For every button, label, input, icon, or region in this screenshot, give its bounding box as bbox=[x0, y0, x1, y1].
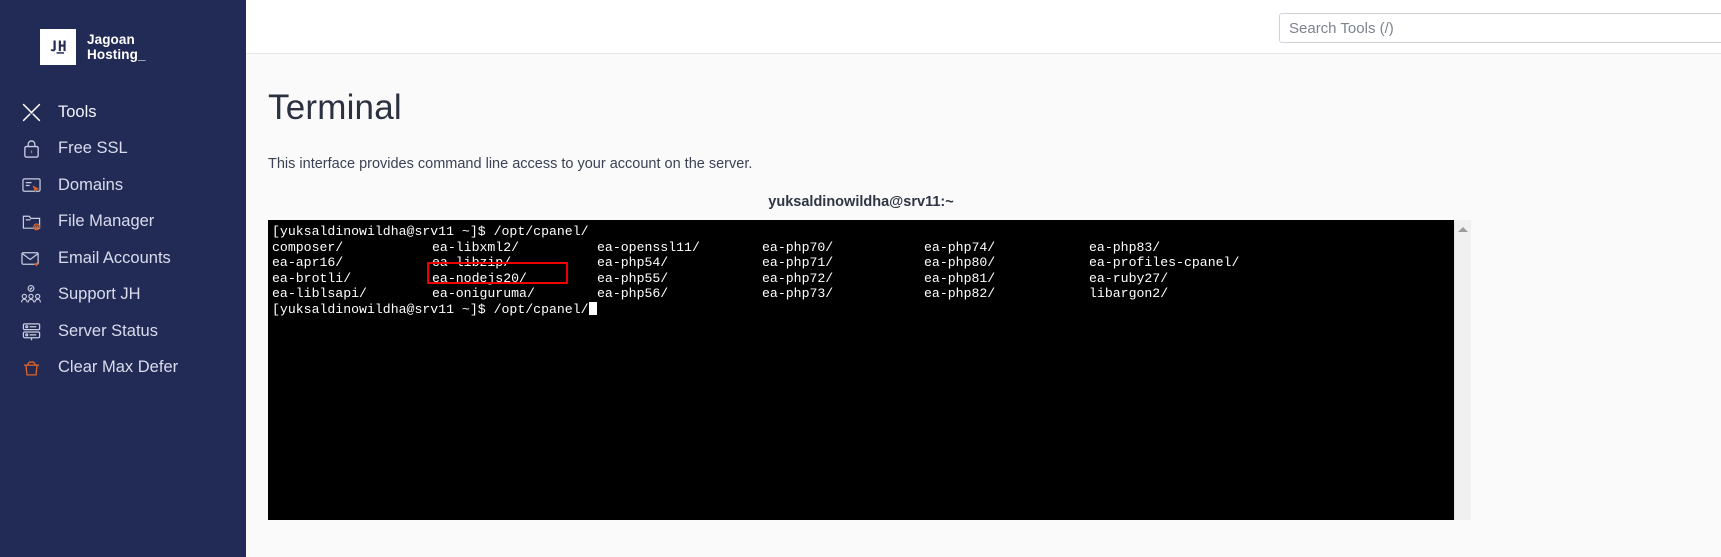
sidebar-item-label: Email Accounts bbox=[58, 248, 171, 267]
sidebar-item-email-accounts[interactable]: Email Accounts bbox=[10, 240, 246, 277]
terminal-entry-highlighted: ea-nodejs20/ bbox=[432, 270, 527, 286]
table-row: ea-brotli/ ea-nodejs20/ ea-php55/ ea-php… bbox=[272, 271, 1454, 287]
terminal-entry: ea-php56/ bbox=[597, 286, 669, 302]
terminal-entry: libargon2/ bbox=[1089, 286, 1169, 302]
sidebar-item-domains[interactable]: Domains bbox=[10, 167, 246, 204]
people-check-icon bbox=[16, 282, 46, 308]
terminal-entry: ea-liblsapi/ bbox=[272, 286, 367, 302]
sidebar-nav: Tools Free SSL Domains File Manager Emai… bbox=[0, 94, 246, 386]
sidebar: Jagoan Hosting_ Tools Free SSL Domains F… bbox=[0, 0, 246, 557]
terminal-entry: ea-php73/ bbox=[762, 286, 834, 302]
server-rack-icon bbox=[16, 318, 46, 344]
terminal-scrollbar[interactable] bbox=[1454, 220, 1471, 520]
terminal-section: yuksaldinowildha@srv11:~ [yuksaldinowild… bbox=[268, 193, 1617, 520]
sidebar-item-label: Clear Max Defer bbox=[58, 358, 179, 377]
sidebar-item-label: Free SSL bbox=[58, 139, 128, 158]
terminal-entry: ea-libzip/ bbox=[432, 255, 512, 271]
terminal-entry: ea-php54/ bbox=[597, 255, 669, 271]
terminal-entry: ea-php82/ bbox=[924, 286, 996, 302]
sidebar-item-label: Server Status bbox=[58, 321, 158, 340]
terminal-entry: ea-openssl11/ bbox=[597, 239, 700, 255]
terminal-entry: ea-php80/ bbox=[924, 255, 996, 271]
table-row: ea-apr16/ ea-libzip/ ea-php54/ ea-php71/… bbox=[272, 255, 1454, 271]
sidebar-item-file-manager[interactable]: File Manager bbox=[10, 204, 246, 241]
main-area: Terminal This interface provides command… bbox=[246, 0, 1721, 557]
terminal-entry: ea-apr16/ bbox=[272, 255, 344, 271]
terminal-entry: ea-php70/ bbox=[762, 239, 834, 255]
terminal-entry: ea-php72/ bbox=[762, 270, 834, 286]
page-title: Terminal bbox=[268, 88, 402, 127]
page-description: This interface provides command line acc… bbox=[268, 156, 753, 172]
brand-name: Jagoan Hosting_ bbox=[87, 32, 146, 62]
scroll-up-arrow-icon[interactable] bbox=[1458, 227, 1468, 232]
terminal-entry: ea-php55/ bbox=[597, 270, 669, 286]
terminal-entry: ea-oniguruma/ bbox=[432, 286, 535, 302]
sidebar-item-clear-max-defer[interactable]: Clear Max Defer bbox=[10, 350, 246, 387]
sidebar-item-free-ssl[interactable]: Free SSL bbox=[10, 131, 246, 168]
table-row: composer/ ea-libxml2/ ea-openssl11/ ea-p… bbox=[272, 240, 1454, 256]
terminal-entry: ea-php74/ bbox=[924, 239, 996, 255]
search-input[interactable] bbox=[1279, 13, 1721, 43]
envelope-plus-icon bbox=[16, 245, 46, 271]
table-row: ea-liblsapi/ ea-oniguruma/ ea-php56/ ea-… bbox=[272, 286, 1454, 302]
terminal-entry: ea-brotli/ bbox=[272, 270, 352, 286]
terminal-entry: ea-php81/ bbox=[924, 270, 996, 286]
terminal-entry: ea-ruby27/ bbox=[1089, 270, 1169, 286]
sidebar-item-server-status[interactable]: Server Status bbox=[10, 313, 246, 350]
top-bar bbox=[246, 0, 1721, 54]
terminal-title: yuksaldinowildha@srv11:~ bbox=[768, 194, 954, 210]
sidebar-item-label: Domains bbox=[58, 175, 124, 194]
sidebar-item-tools[interactable]: Tools bbox=[10, 94, 246, 131]
terminal-entry: ea-php71/ bbox=[762, 255, 834, 271]
page-content: Terminal This interface provides command… bbox=[246, 54, 1721, 557]
jh-monogram-icon bbox=[40, 29, 76, 65]
terminal-entry: ea-libxml2/ bbox=[432, 239, 520, 255]
sidebar-item-label: Support JH bbox=[58, 285, 141, 304]
terminal-entry: ea-php83/ bbox=[1089, 239, 1161, 255]
terminal-entry: ea-profiles-cpanel/ bbox=[1089, 255, 1240, 271]
terminal-prompt-line: [yuksaldinowildha@srv11 ~]$ /opt/cpanel/ bbox=[272, 224, 589, 239]
sidebar-item-label: File Manager bbox=[58, 212, 155, 231]
trash-bin-icon bbox=[16, 355, 46, 381]
terminal-entry: composer/ bbox=[272, 239, 344, 255]
terminal-console[interactable]: [yuksaldinowildha@srv11 ~]$ /opt/cpanel/… bbox=[268, 220, 1454, 520]
folder-gear-icon bbox=[16, 209, 46, 235]
terminal-active-prompt-text: [yuksaldinowildha@srv11 ~]$ /opt/cpanel/ bbox=[272, 301, 589, 317]
padlock-icon bbox=[16, 136, 46, 162]
sidebar-item-label: Tools bbox=[58, 102, 97, 121]
terminal-active-prompt: [yuksaldinowildha@srv11 ~]$ /opt/cpanel/ bbox=[272, 301, 1454, 318]
terminal-cursor bbox=[588, 301, 597, 315]
terminal-body-row: [yuksaldinowildha@srv11 ~]$ /opt/cpanel/… bbox=[268, 220, 1617, 520]
domain-card-click-icon bbox=[16, 172, 46, 198]
sidebar-item-support-jh[interactable]: Support JH bbox=[10, 277, 246, 314]
app-root: Jagoan Hosting_ Tools Free SSL Domains F… bbox=[0, 0, 1721, 557]
brand-logo[interactable]: Jagoan Hosting_ bbox=[0, 0, 246, 70]
tools-crossed-icon bbox=[16, 99, 46, 125]
